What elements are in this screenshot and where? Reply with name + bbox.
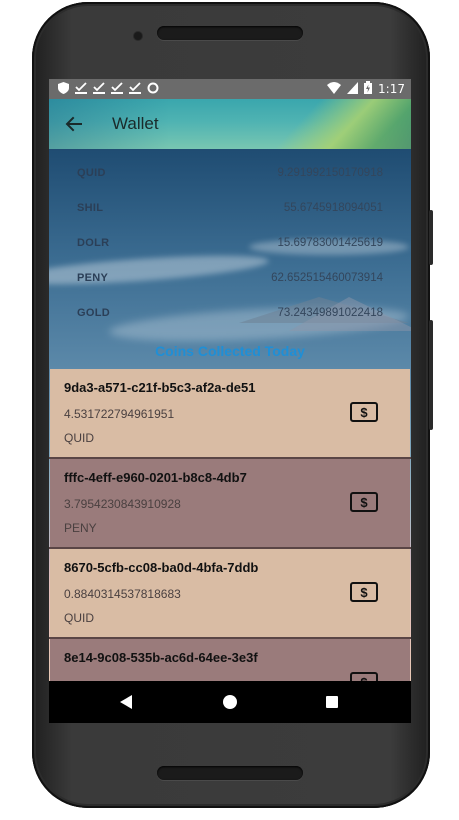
balance-currency: SHIL <box>77 202 104 214</box>
cellular-signal-icon <box>347 81 359 97</box>
balance-amount: 55.6745918094051 <box>283 202 383 214</box>
coin-id: fffc-4eff-e960-0201-b8c8-4db7 <box>64 470 247 485</box>
coin-amount: 0.8840314537818683 <box>64 587 181 601</box>
balance-currency: DOLR <box>77 237 110 249</box>
bottom-speaker <box>157 766 303 780</box>
dollar-bill-icon[interactable]: $ <box>350 582 378 602</box>
front-camera <box>134 32 142 40</box>
coin-id: 8e14-9c08-535b-ac6d-64ee-3e3f <box>64 650 258 665</box>
coin-currency: PENY <box>64 521 97 535</box>
download-check-icon <box>129 81 141 95</box>
dollar-bill-icon[interactable]: $ <box>350 402 378 422</box>
coin-list-item[interactable]: 8670-5cfb-cc08-ba0d-4bfa-7ddb 0.88403145… <box>50 549 410 637</box>
coin-amount: 4.531722794961951 <box>64 407 175 421</box>
top-speaker <box>157 26 303 40</box>
download-check-icon <box>75 81 87 95</box>
balance-amount: 9.291992150170918 <box>277 167 383 179</box>
download-check-icon <box>111 81 123 95</box>
navigation-bar <box>49 681 411 723</box>
nav-back-icon[interactable] <box>120 695 132 709</box>
balance-amount: 15.69783001425619 <box>277 237 383 249</box>
battery-charging-icon <box>364 81 373 97</box>
balance-currency: PENY <box>77 272 109 284</box>
coin-list-item[interactable]: 8e14-9c08-535b-ac6d-64ee-3e3f $ <box>50 639 410 681</box>
page-title: Wallet <box>112 114 159 133</box>
coin-currency: QUID <box>64 611 94 625</box>
volume-button <box>429 320 433 430</box>
wallet-content: QUID 9.291992150170918 SHIL 55.674591809… <box>49 149 411 681</box>
coin-id: 8670-5cfb-cc08-ba0d-4bfa-7ddb <box>64 560 259 575</box>
dollar-bill-icon[interactable]: $ <box>350 492 378 512</box>
balance-row-gold: GOLD 73.24349891022418 <box>49 305 411 325</box>
balance-row-dolr: DOLR 15.69783001425619 <box>49 235 411 255</box>
balance-amount: 73.24349891022418 <box>277 307 383 319</box>
coin-currency: QUID <box>64 431 94 445</box>
phone-screen: 1:17 Wallet QUID 9.291992150170918 SHIL … <box>49 79 411 723</box>
arrow-back-icon[interactable] <box>63 113 85 135</box>
balance-currency: GOLD <box>77 307 110 319</box>
shield-icon <box>57 81 69 95</box>
wifi-icon <box>327 81 342 97</box>
coin-list-item[interactable]: 9da3-a571-c21f-b5c3-af2a-de51 4.53172279… <box>50 369 410 457</box>
nav-recents-icon[interactable] <box>326 696 338 708</box>
coin-id: 9da3-a571-c21f-b5c3-af2a-de51 <box>64 380 256 395</box>
coin-amount: 3.7954230843910928 <box>64 497 181 511</box>
balance-row-peny: PENY 62.652515460073914 <box>49 270 411 290</box>
balance-row-shil: SHIL 55.6745918094051 <box>49 200 411 220</box>
nav-home-icon[interactable] <box>223 695 237 709</box>
section-title: Coins Collected Today <box>155 343 305 359</box>
coin-list-item[interactable]: fffc-4eff-e960-0201-b8c8-4db7 3.79542308… <box>50 459 410 547</box>
app-bar: Wallet <box>49 99 411 149</box>
dollar-bill-icon[interactable]: $ <box>350 672 378 681</box>
status-time: 1:17 <box>378 82 405 96</box>
circle-icon <box>147 81 159 95</box>
download-check-icon <box>93 81 105 95</box>
balance-row-quid: QUID 9.291992150170918 <box>49 165 411 185</box>
balance-currency: QUID <box>77 167 106 179</box>
power-button <box>429 210 433 265</box>
status-bar: 1:17 <box>49 79 411 99</box>
balance-amount: 62.652515460073914 <box>271 272 383 284</box>
